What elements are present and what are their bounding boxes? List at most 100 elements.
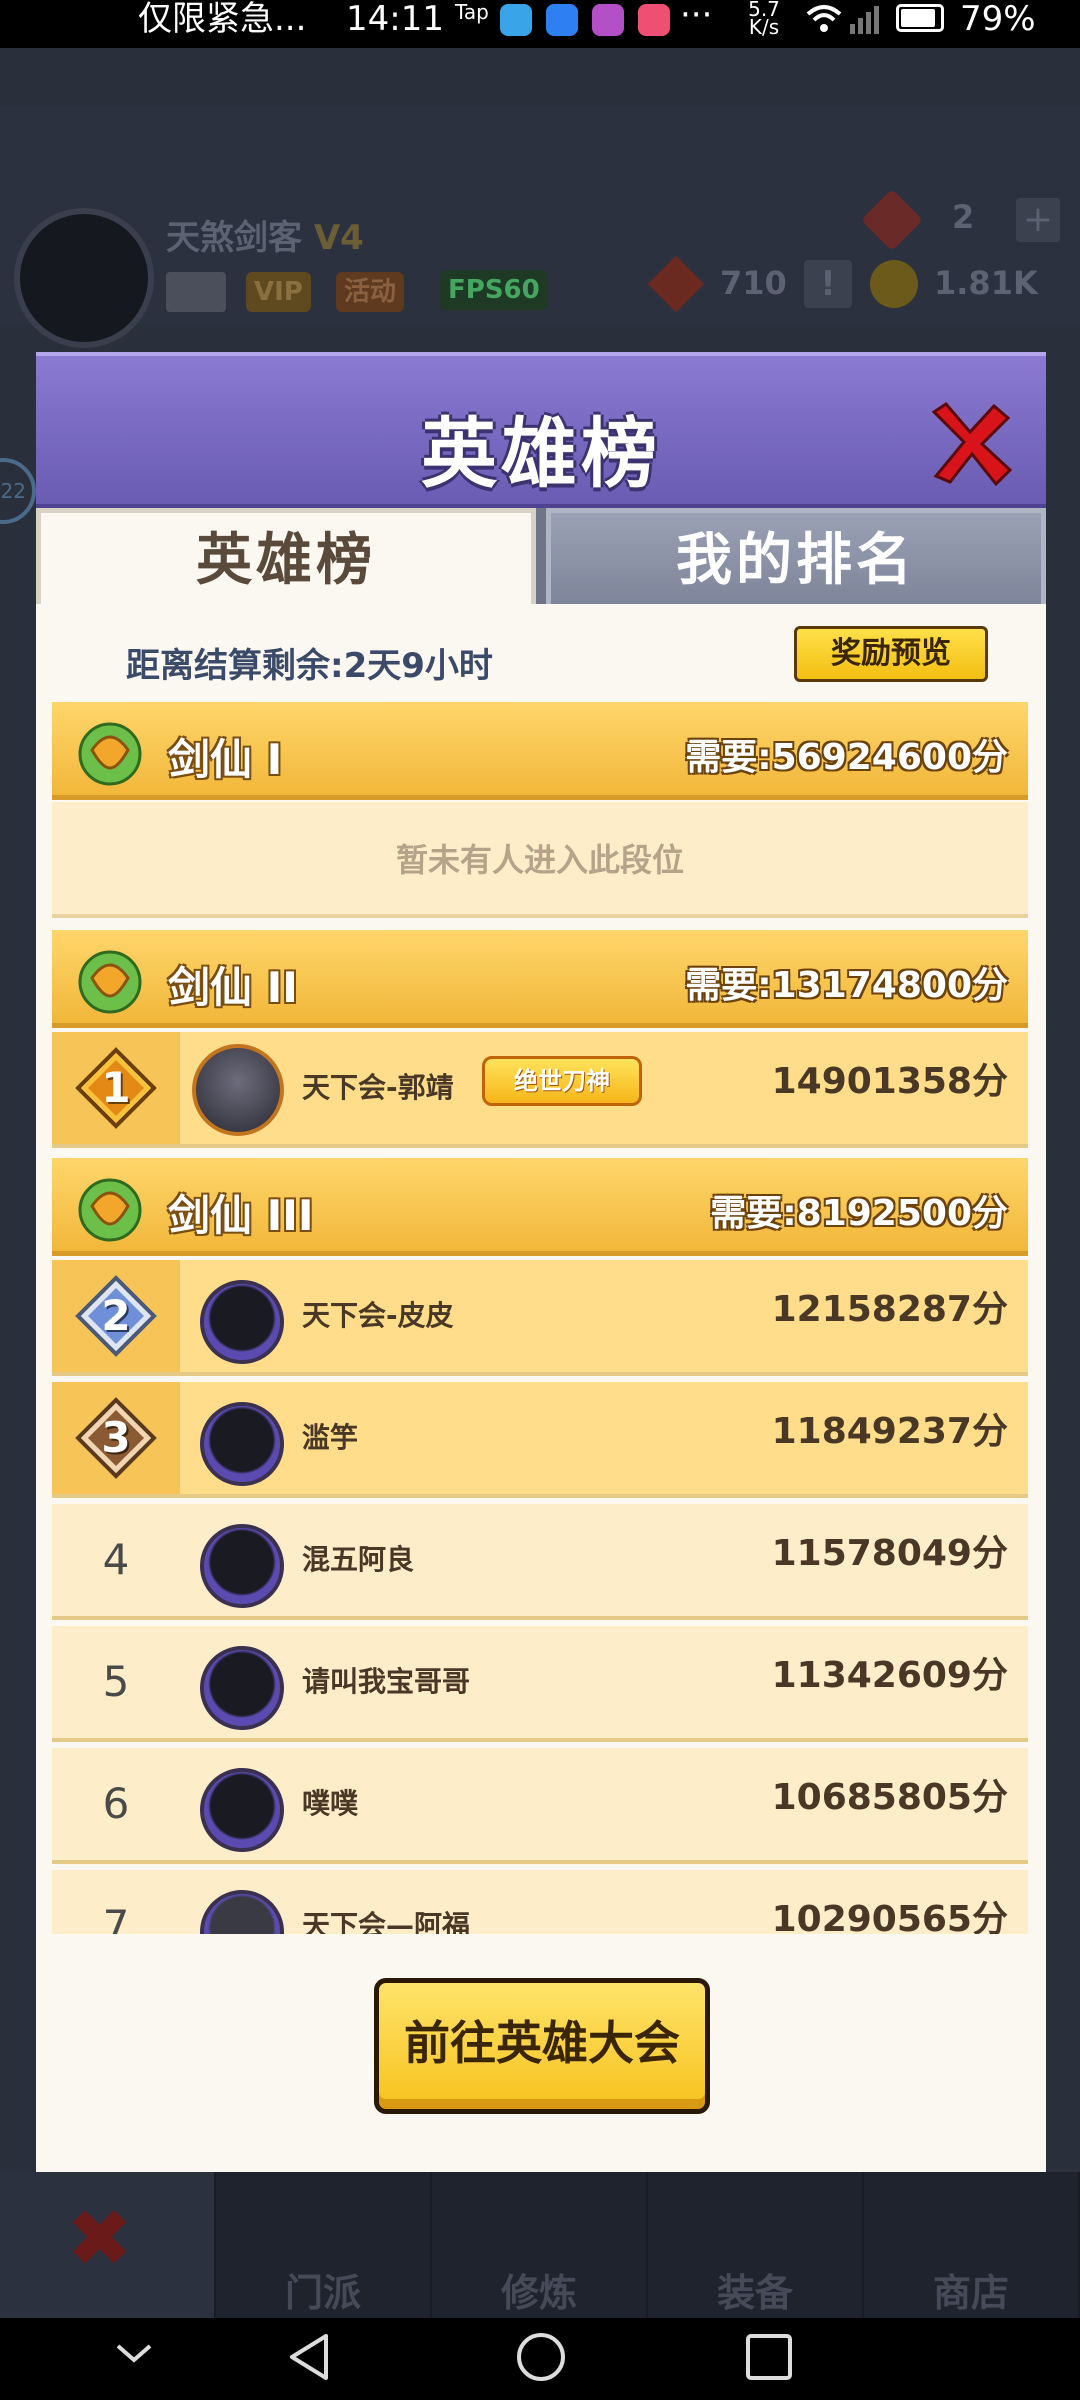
alert-icon: ! (804, 260, 852, 308)
tier-crest-icon (78, 722, 142, 786)
rank-number: 4 (102, 1535, 130, 1584)
ranking-row[interactable]: 5 请叫我宝哥哥 11342609分 (52, 1626, 1028, 1742)
player-name: 请叫我宝哥哥 (302, 1665, 471, 1698)
player-name: 天下会—阿福 (302, 1909, 471, 1934)
rank-number: 2 (101, 1291, 131, 1340)
player-score: 12158287分 (771, 1289, 1008, 1330)
player-name: 天下会-皮皮 (302, 1299, 454, 1332)
home-icon[interactable] (514, 2330, 568, 2384)
tier-header: 剑仙 II 需要:13174800分 (52, 930, 1028, 1028)
fps-indicator: FPS60 (440, 270, 548, 310)
tier-header: 剑仙 I 需要:56924600分 (52, 702, 1028, 800)
player-name-text: 天煞剑客 (166, 218, 302, 258)
tab-hero-ranking[interactable]: 英雄榜 (36, 508, 536, 604)
back-icon[interactable] (284, 2330, 334, 2384)
title-badge: 绝世刀神 (482, 1056, 642, 1106)
tier-crest-icon (78, 1178, 142, 1242)
gold-count: 1.81K (934, 264, 1038, 302)
vip-button: VIP (246, 272, 311, 312)
notification-text: 仅限紧急... (138, 0, 307, 39)
nav-sect-label: 门派 (284, 2271, 361, 2315)
rank-cell: 3 (52, 1382, 180, 1494)
nav-equipment-label: 装备 (716, 2271, 793, 2315)
battery-icon (896, 4, 944, 32)
rank-number: 1 (101, 1063, 131, 1112)
side-badge-text: 22 (0, 479, 26, 503)
nav-shop-label: 商店 (932, 2271, 1009, 2315)
reward-preview-button[interactable]: 奖励预览 (794, 626, 988, 682)
player-avatar[interactable] (200, 1646, 284, 1730)
bottom-nav: ✖ 门派 修炼 装备 商店 (0, 2172, 1080, 2318)
ranking-row[interactable]: 4 混五阿良 11578049分 (52, 1504, 1028, 1620)
player-score: 10290565分 (771, 1899, 1008, 1934)
net-speed-unit: K/s (748, 15, 780, 39)
game-notification-icon (592, 4, 624, 36)
status-bar: 仅限紧急... 14:11 Tap ··· 5.7 K/s 79% (0, 0, 1080, 48)
ranking-row[interactable]: 1 天下会-郭靖 绝世刀神 14901358分 (52, 1032, 1028, 1148)
wifi-signal-icon (806, 5, 879, 34)
tier-requirement: 需要:8192500分 (710, 1193, 1008, 1234)
player-name: 天煞剑客 V4 (166, 210, 364, 259)
player-avatar[interactable] (200, 1280, 284, 1364)
settlement-countdown: 距离结算剩余:2天9小时 (126, 646, 493, 686)
player-score: 14901358分 (771, 1061, 1008, 1102)
gem-count: 2 (952, 198, 975, 236)
honor-count: 710 (720, 264, 787, 302)
tier-crest-icon (78, 950, 142, 1014)
nav-equipment: 装备 (648, 2172, 864, 2318)
ranking-row[interactable]: 6 噗噗 10685805分 (52, 1748, 1028, 1864)
tier-requirement: 需要:13174800分 (685, 965, 1008, 1006)
go-to-hero-conference-button[interactable]: 前往英雄大会 (374, 1978, 710, 2114)
ranking-row[interactable]: 7 天下会—阿福 10290565分 (52, 1870, 1028, 1934)
player-avatar[interactable] (200, 1402, 284, 1486)
shop-notification-icon (638, 4, 670, 36)
nav-shop: 商店 (864, 2172, 1080, 2318)
player-avatar[interactable] (200, 1768, 284, 1852)
tier-requirement: 需要:56924600分 (685, 737, 1008, 778)
hide-keyboard-icon[interactable] (112, 2338, 156, 2368)
player-avatar[interactable] (200, 1890, 284, 1934)
activity-button: 活动 (336, 272, 405, 312)
hero-ranking-modal: 英雄榜 英雄榜 我的排名 距离结算剩余:2天9小时 奖励预览 剑仙 I 需要:5… (36, 352, 1046, 2172)
nav-sect: 门派 (216, 2172, 432, 2318)
player-avatar[interactable] (192, 1044, 284, 1136)
tab-bar: 英雄榜 我的排名 (36, 508, 1046, 604)
app-notification-icon (500, 4, 532, 36)
vip-level: V4 (313, 218, 364, 258)
side-badge: 22 (0, 458, 36, 524)
gold-coin-icon (870, 260, 918, 308)
ranking-row[interactable]: 2 天下会-皮皮 12158287分 (52, 1260, 1028, 1376)
tab-my-rank[interactable]: 我的排名 (546, 508, 1046, 604)
rank-number: 7 (102, 1901, 130, 1934)
system-navigation-bar (0, 2318, 1080, 2400)
ranking-row[interactable]: 3 滥竽 11849237分 (52, 1382, 1028, 1498)
player-avatar[interactable] (200, 1524, 284, 1608)
add-gem-button: + (1016, 198, 1060, 242)
rank-number: 3 (101, 1413, 131, 1462)
empty-tier-message: 暂未有人进入此段位 (52, 802, 1028, 918)
title-badge-text: 绝世刀神 (514, 1067, 610, 1095)
tier-name: 剑仙 II (168, 963, 298, 1012)
player-name: 混五阿良 (302, 1543, 415, 1576)
tap-app-label: Tap (455, 0, 489, 24)
close-icon[interactable] (924, 398, 1016, 490)
player-score: 11578049分 (771, 1533, 1008, 1574)
player-score: 10685805分 (771, 1777, 1008, 1818)
tier-name: 剑仙 III (168, 1191, 314, 1240)
ranking-list[interactable]: 剑仙 I 需要:56924600分 暂未有人进入此段位 剑仙 II 需要:131… (52, 702, 1028, 1934)
tier-name: 剑仙 I (168, 735, 283, 784)
tier-header: 剑仙 III 需要:8192500分 (52, 1158, 1028, 1256)
modal-header: 英雄榜 (36, 352, 1046, 508)
player-name: 天下会-郭靖 (302, 1071, 454, 1104)
recent-apps-icon[interactable] (744, 2332, 794, 2382)
modal-title: 英雄榜 (421, 409, 661, 498)
nav-close-icon: ✖ (0, 2172, 216, 2318)
rank-number: 5 (102, 1657, 130, 1706)
more-notifications-icon: ··· (680, 0, 713, 35)
battery-percent: 79% (960, 0, 1036, 39)
nav-training: 修炼 (432, 2172, 648, 2318)
rank-number: 6 (102, 1779, 130, 1828)
rank-cell: 1 (52, 1032, 180, 1144)
player-score: 11849237分 (771, 1411, 1008, 1452)
cloud-notification-icon (546, 4, 578, 36)
